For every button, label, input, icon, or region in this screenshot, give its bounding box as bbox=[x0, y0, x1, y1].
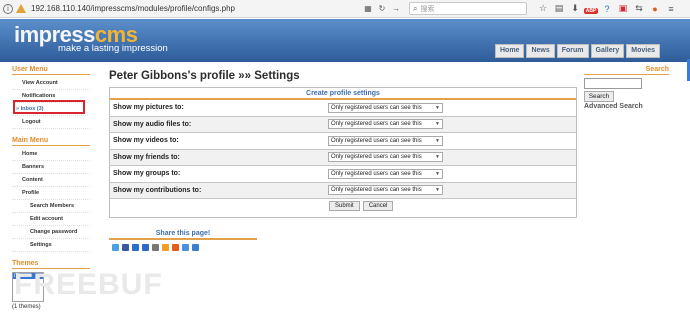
delicious-icon[interactable] bbox=[142, 244, 149, 251]
browser-toolbar: i 192.168.110.140/impresscms/modules/pro… bbox=[0, 0, 690, 18]
menu-icon[interactable]: ≡ bbox=[663, 4, 679, 14]
sidebar-item-profile[interactable]: Profile bbox=[12, 187, 90, 200]
forward-icon[interactable]: → bbox=[389, 4, 403, 13]
adblock-icon[interactable]: ABP bbox=[583, 4, 599, 14]
windows-icon[interactable] bbox=[132, 244, 139, 251]
row-label: Show my friends to: bbox=[113, 153, 180, 161]
adblock-badge: ABP bbox=[583, 7, 599, 14]
nav-home[interactable]: Home bbox=[494, 44, 525, 58]
row-label: Show my groups to: bbox=[113, 170, 181, 178]
form-row: Show my videos to: Only registered users… bbox=[110, 133, 576, 150]
videos-visibility-select[interactable]: Only registered users can see this ▼ bbox=[328, 135, 443, 146]
cancel-button[interactable]: Cancel bbox=[362, 201, 394, 211]
sidebar-item-banners[interactable]: Banners bbox=[12, 161, 90, 174]
profile-settings-form: Create profile settings Show my pictures… bbox=[109, 87, 577, 218]
sidebar-item-settings[interactable]: Settings bbox=[12, 239, 90, 252]
sidebar-item-logout[interactable]: Logout bbox=[12, 116, 90, 129]
nav-forum[interactable]: Forum bbox=[556, 44, 589, 58]
title-separator: »» bbox=[238, 70, 252, 82]
download-icon[interactable]: ⬇ bbox=[567, 3, 583, 14]
watermark: FREEBUF bbox=[14, 268, 163, 301]
twitter-icon[interactable] bbox=[112, 244, 119, 251]
form-title: Create profile settings bbox=[110, 88, 576, 100]
nav-movies[interactable]: Movies bbox=[626, 44, 660, 58]
bookmark-star-icon[interactable]: ☆ bbox=[535, 3, 551, 14]
settings-title: Settings bbox=[254, 70, 300, 82]
chevron-down-icon: ▼ bbox=[435, 154, 440, 161]
sidebar-item-search-members[interactable]: Search Members bbox=[12, 200, 90, 213]
select-value: Only registered users can see this bbox=[331, 170, 422, 177]
select-value: Only registered users can see this bbox=[331, 121, 422, 128]
site-header: impresscms make a lasting impression Hom… bbox=[0, 19, 690, 81]
right-sidebar: Search Search Advanced Search bbox=[584, 66, 669, 110]
extension-icon[interactable]: ▣ bbox=[615, 3, 631, 14]
info-icon[interactable]: i bbox=[3, 3, 13, 14]
nav-gallery[interactable]: Gallery bbox=[590, 44, 625, 58]
digg-icon[interactable] bbox=[152, 244, 159, 251]
page-title: Peter Gibbons's profile »» Settings bbox=[109, 70, 300, 82]
sidebar-item-change-password[interactable]: Change password bbox=[12, 226, 90, 239]
select-value: Only registered users can see this bbox=[331, 104, 422, 111]
friends-visibility-select[interactable]: Only registered users can see this ▼ bbox=[328, 152, 443, 163]
form-row: Show my contributions to: Only registere… bbox=[110, 182, 576, 199]
search-button[interactable]: Search bbox=[584, 91, 614, 102]
form-row: Show my groups to: Only registered users… bbox=[110, 166, 576, 183]
google-icon[interactable] bbox=[182, 244, 189, 251]
reload-icon[interactable]: ↻ bbox=[375, 4, 389, 13]
form-row: Show my audio files to: Only registered … bbox=[110, 116, 576, 133]
search-input[interactable] bbox=[584, 78, 642, 89]
browser-search-input[interactable]: ⌕ 搜索 bbox=[409, 2, 527, 15]
share-icons bbox=[109, 244, 257, 251]
qr-code-icon[interactable]: ▦ bbox=[361, 4, 375, 13]
warning-icon[interactable] bbox=[16, 4, 26, 13]
form-buttons: Submit Cancel bbox=[110, 199, 576, 213]
sidebar-item-content[interactable]: Content bbox=[12, 174, 90, 187]
search-icon: ⌕ bbox=[413, 3, 418, 13]
stumble-icon[interactable] bbox=[192, 244, 199, 251]
profile-title: Peter Gibbons's profile bbox=[109, 70, 236, 82]
row-label: Show my contributions to: bbox=[113, 186, 202, 194]
help-icon[interactable]: ? bbox=[599, 4, 615, 14]
form-row: Show my pictures to: Only registered use… bbox=[110, 100, 576, 117]
advanced-search-link[interactable]: Advanced Search bbox=[584, 103, 669, 110]
row-label: Show my audio files to: bbox=[113, 120, 192, 128]
search-placeholder: 搜索 bbox=[420, 5, 435, 13]
theme-count: (1 themes) bbox=[12, 304, 41, 310]
sync-icon[interactable]: ⇆ bbox=[631, 3, 647, 14]
chevron-down-icon: ▼ bbox=[435, 137, 440, 144]
sidebar-item-view-account[interactable]: View Account bbox=[12, 77, 90, 90]
groups-visibility-select[interactable]: Only registered users can see this ▼ bbox=[328, 168, 443, 179]
row-label: Show my pictures to: bbox=[113, 104, 184, 112]
reddit-icon[interactable] bbox=[172, 244, 179, 251]
submit-button[interactable]: Submit bbox=[329, 201, 360, 211]
sidebar-item-edit-account[interactable]: Edit account bbox=[12, 213, 90, 226]
main-menu-title: Main Menu bbox=[12, 137, 90, 146]
row-label: Show my videos to: bbox=[113, 137, 179, 145]
chevron-down-icon: ▼ bbox=[435, 170, 440, 177]
select-value: Only registered users can see this bbox=[331, 137, 422, 144]
audio-visibility-select[interactable]: Only registered users can see this ▼ bbox=[328, 119, 443, 130]
top-nav: Home News Forum Gallery Movies bbox=[494, 44, 660, 58]
site-tagline: make a lasting impression bbox=[58, 43, 168, 54]
firefox-icon[interactable]: ● bbox=[647, 4, 663, 14]
facebook-icon[interactable] bbox=[122, 244, 129, 251]
select-value: Only registered users can see this bbox=[331, 154, 422, 161]
select-value: Only registered users can see this bbox=[331, 187, 422, 194]
share-box: Share this page! bbox=[109, 230, 257, 258]
yahoo-icon[interactable] bbox=[162, 244, 169, 251]
chevron-down-icon: ▼ bbox=[435, 104, 440, 111]
bookmarks-list-icon[interactable]: ▤ bbox=[551, 3, 567, 14]
share-title: Share this page! bbox=[109, 230, 257, 240]
address-bar[interactable]: 192.168.110.140/impresscms/modules/profi… bbox=[31, 4, 361, 13]
form-row: Show my friends to: Only registered user… bbox=[110, 149, 576, 166]
chevron-down-icon: ▼ bbox=[435, 187, 440, 194]
contributions-visibility-select[interactable]: Only registered users can see this ▼ bbox=[328, 185, 443, 196]
search-title: Search bbox=[584, 66, 669, 75]
chevron-down-icon: ▼ bbox=[435, 121, 440, 128]
nav-news[interactable]: News bbox=[526, 44, 555, 58]
pictures-visibility-select[interactable]: Only registered users can see this ▼ bbox=[328, 102, 443, 113]
inbox-highlight-box bbox=[13, 100, 85, 114]
sidebar-item-home[interactable]: Home bbox=[12, 148, 90, 161]
user-menu-title: User Menu bbox=[12, 66, 90, 75]
